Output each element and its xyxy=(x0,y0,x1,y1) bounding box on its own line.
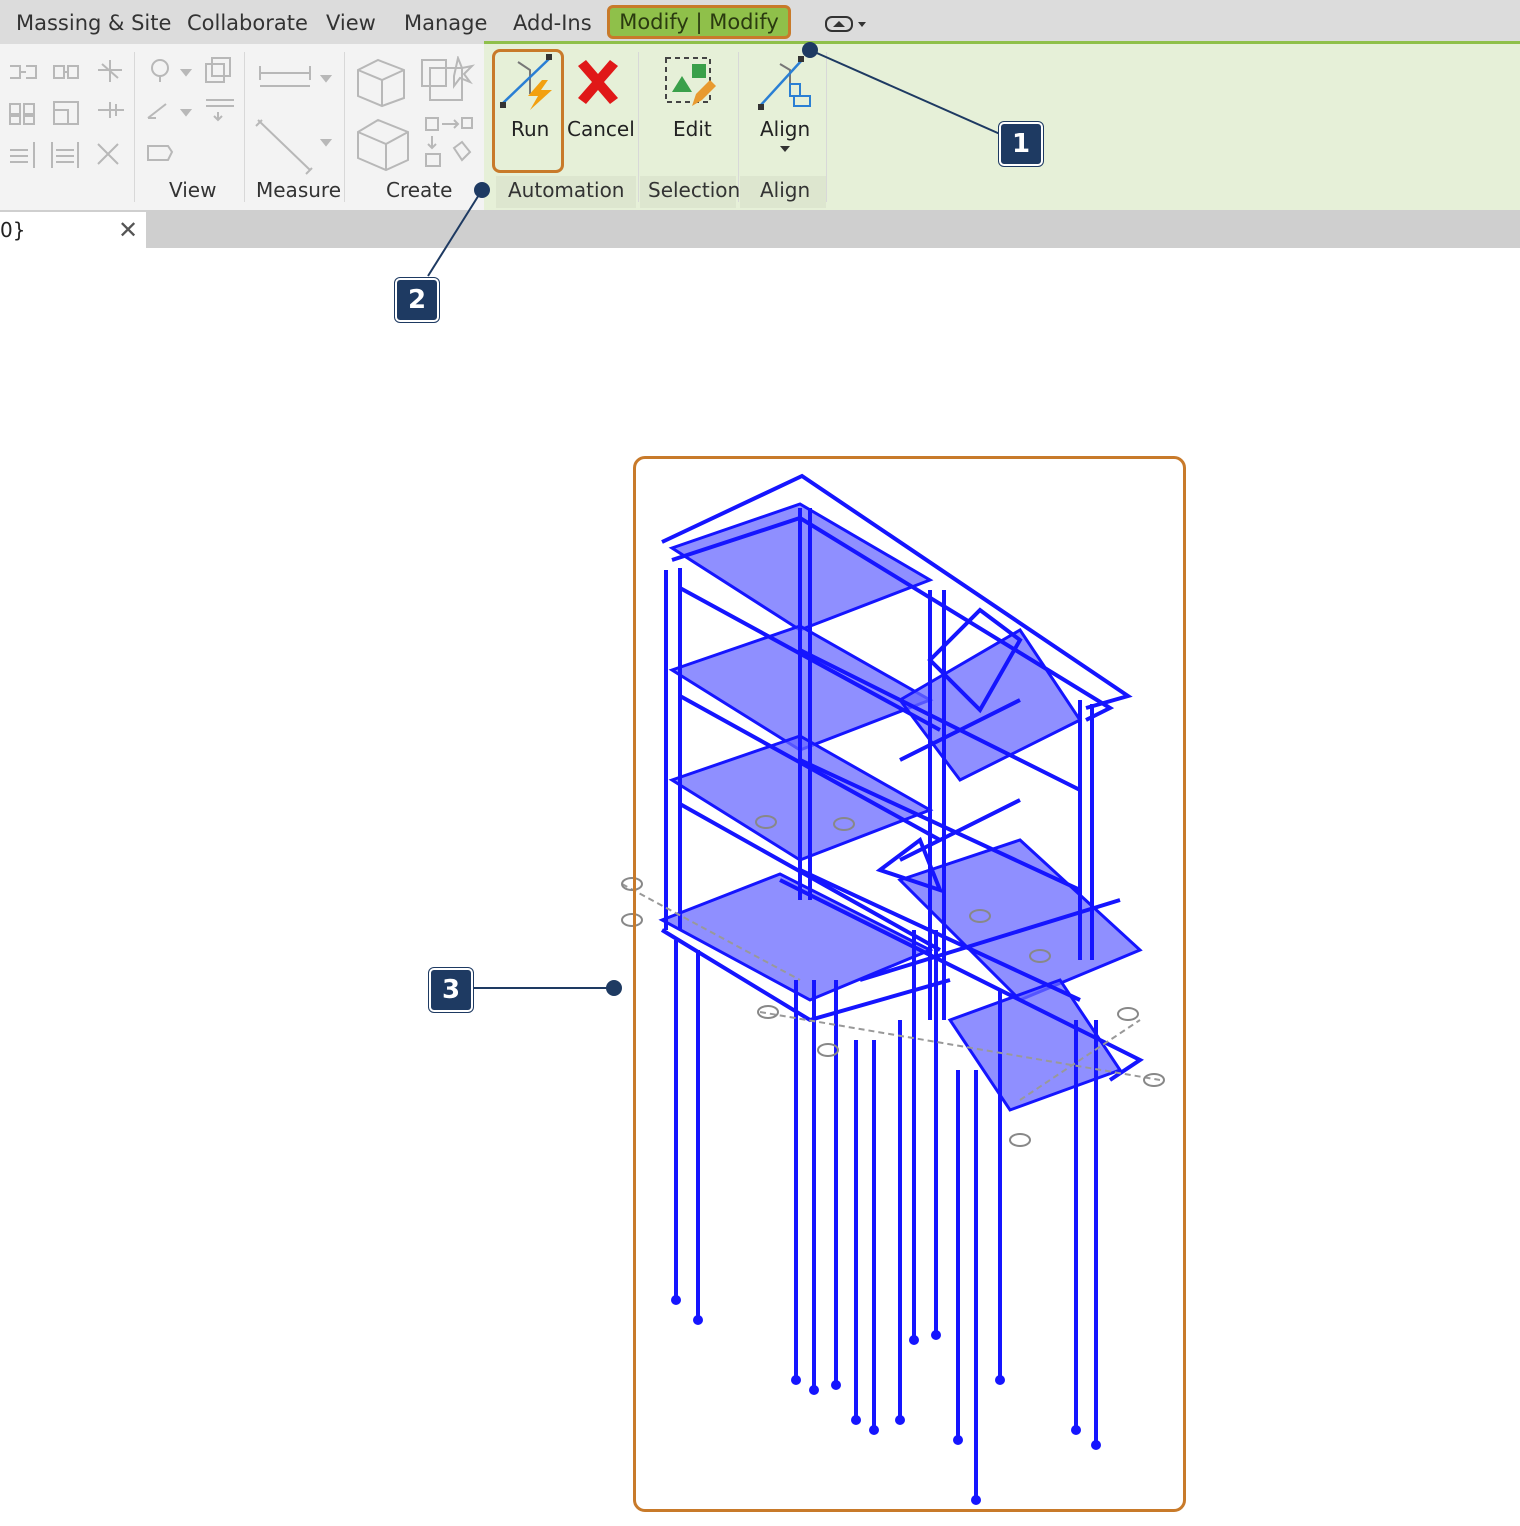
cancel-button[interactable]: Cancel xyxy=(567,117,635,141)
panel-toggle-icon[interactable] xyxy=(824,12,872,36)
tab-collaborate[interactable]: Collaborate xyxy=(187,0,308,44)
tab-modify-modify[interactable]: Modify | Modify xyxy=(607,5,791,39)
panel-label-create: Create xyxy=(386,178,453,202)
tab-manage[interactable]: Manage xyxy=(404,0,487,44)
align-icon[interactable] xyxy=(756,56,814,112)
model-highlight-frame xyxy=(633,456,1186,1512)
align-button[interactable]: Align xyxy=(760,117,810,141)
panel-divider xyxy=(638,52,639,202)
menu-bar: Massing & Site Collaborate View Manage A… xyxy=(0,0,1520,44)
close-icon[interactable]: ✕ xyxy=(118,216,138,244)
tab-massing-site[interactable]: Massing & Site xyxy=(16,0,171,44)
panel-divider xyxy=(826,52,827,202)
tab-add-ins[interactable]: Add-Ins xyxy=(513,0,592,44)
chevron-down-icon[interactable] xyxy=(779,145,791,153)
callout-badge-1: 1 xyxy=(999,122,1043,166)
view-tab-strip xyxy=(0,210,1520,248)
edit-selection-icon[interactable] xyxy=(662,54,718,110)
view-tab-label: 0} xyxy=(0,218,26,242)
callout-badge-2: 2 xyxy=(395,278,439,322)
edit-button[interactable]: Edit xyxy=(673,117,712,141)
run-icon xyxy=(500,54,552,110)
tab-view[interactable]: View xyxy=(326,0,376,44)
panel-label-view: View xyxy=(169,178,217,202)
panel-label-automation: Automation xyxy=(508,178,625,202)
panel-label-selection: Selection xyxy=(648,178,741,202)
callout-badge-3: 3 xyxy=(429,968,473,1012)
panel-label-measure: Measure xyxy=(256,178,341,202)
modify-tools-icons xyxy=(9,56,476,175)
run-label: Run xyxy=(511,117,550,141)
panel-label-align: Align xyxy=(760,178,811,202)
cancel-icon[interactable] xyxy=(574,60,622,106)
